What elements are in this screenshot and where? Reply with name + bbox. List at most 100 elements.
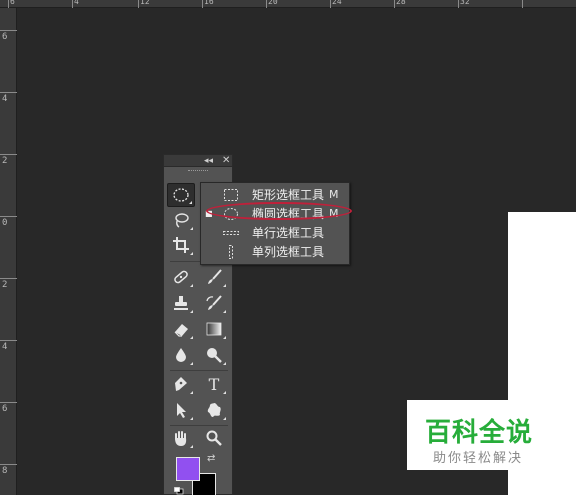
brush-tool[interactable] [200, 265, 228, 289]
ruler-tick [138, 0, 139, 8]
watermark-title: 百科全说 [425, 418, 534, 448]
ruler-tick [0, 278, 17, 279]
dodge-tool[interactable] [200, 343, 228, 367]
pen-tool[interactable] [167, 372, 195, 396]
elliptical-marquee-icon [173, 188, 189, 202]
hand-icon [175, 431, 187, 446]
collapse-panel-icon[interactable]: ◂◂ [204, 155, 213, 167]
tool-group-indicator [189, 201, 192, 204]
lasso-tool[interactable] [167, 208, 195, 232]
ruler-tick [202, 0, 203, 8]
ruler-label: 6 [2, 404, 8, 414]
tool-group-indicator [190, 362, 193, 365]
ruler-label: 24 [332, 0, 342, 6]
tool-group-indicator [190, 310, 193, 313]
ruler-label: 2 [2, 156, 8, 166]
drop-icon [176, 348, 186, 362]
elliptical-marquee-icon [223, 207, 239, 221]
ruler-label: 6 [2, 32, 8, 42]
lasso-icon [175, 213, 189, 228]
ruler-tick [394, 0, 395, 8]
history-brush-tool[interactable] [200, 291, 228, 315]
ruler-label: 12 [140, 0, 150, 6]
menu-item-label: 单行选框工具 [252, 226, 325, 240]
marquee-tools-flyout-menu: 矩形选框工具 M ■ 椭圆选框工具 M 单行选框工具 单列选框工具 [200, 182, 350, 265]
spot-healing-tool[interactable] [167, 265, 195, 289]
crop-tool[interactable] [167, 233, 195, 257]
arrow-icon [177, 403, 186, 418]
panel-grip-handle[interactable] [164, 167, 232, 175]
ruler-tick [0, 402, 17, 403]
path-selection-tool[interactable] [167, 398, 195, 422]
eraser-tool[interactable] [167, 317, 195, 341]
ruler-tick [0, 464, 17, 465]
ruler-tick [330, 0, 331, 8]
tool-group-indicator [223, 391, 226, 394]
ruler-tick [0, 216, 17, 217]
hand-tool[interactable] [167, 426, 195, 450]
crop-icon [173, 237, 189, 253]
type-glyph: T [209, 375, 220, 393]
shortcut-key: M [329, 188, 339, 201]
ruler-label: 4 [2, 342, 8, 352]
ruler-tick [72, 0, 73, 8]
watermark: 百科全说 助你轻松解决 [407, 400, 551, 470]
tool-group-indicator [190, 391, 193, 394]
ruler-tick [266, 0, 267, 8]
ruler-label: 4 [2, 94, 8, 104]
custom-shape-icon [207, 403, 221, 417]
ruler-tick [0, 340, 17, 341]
gradient-icon [206, 322, 222, 336]
gradient-tool[interactable] [200, 317, 228, 341]
close-icon[interactable]: ✕ [222, 155, 230, 167]
pen-icon [175, 377, 187, 391]
menu-item-rectangular-marquee[interactable]: 矩形选框工具 M [201, 185, 349, 204]
ruler-label: 20 [268, 0, 278, 6]
selected-bullet: ■ [205, 209, 213, 218]
ruler-tick [0, 30, 17, 31]
tool-group-indicator [223, 362, 226, 365]
foreground-color-swatch[interactable] [176, 457, 200, 481]
watermark-subtitle: 助你轻松解决 [433, 451, 524, 466]
ruler-tick [522, 0, 523, 8]
horizontal-ruler[interactable]: 6 4 12 16 20 24 28 32 [0, 0, 576, 8]
ruler-tick [458, 0, 459, 8]
zoom-icon [206, 430, 222, 446]
default-colors-icon[interactable] [174, 487, 184, 495]
type-tool[interactable]: T [200, 372, 228, 396]
dodge-icon [207, 348, 222, 363]
shape-tool[interactable] [200, 398, 228, 422]
tools-panel-header[interactable]: ◂◂ ✕ [164, 155, 232, 167]
ruler-label: 28 [396, 0, 406, 6]
ruler-tick [8, 0, 9, 8]
type-icon: T [209, 375, 220, 393]
clone-stamp-tool[interactable] [167, 291, 195, 315]
elliptical-marquee-tool[interactable] [167, 183, 195, 207]
tool-group-indicator [190, 445, 193, 448]
brush-icon [208, 269, 222, 284]
tool-group-indicator [190, 417, 193, 420]
ruler-label: 4 [74, 0, 79, 6]
menu-item-label: 单列选框工具 [252, 245, 325, 259]
ruler-label: 6 [10, 0, 15, 6]
ruler-label: 16 [204, 0, 214, 6]
history-brush-icon [206, 295, 222, 310]
tool-group-indicator [223, 284, 226, 287]
menu-item-elliptical-marquee[interactable]: ■ 椭圆选框工具 M [201, 204, 349, 223]
ruler-label: 0 [2, 218, 8, 228]
tool-group-indicator [223, 417, 226, 420]
blur-tool[interactable] [167, 343, 195, 367]
menu-item-single-row-marquee[interactable]: 单行选框工具 [201, 223, 349, 242]
vertical-ruler[interactable]: 6 4 2 0 2 4 6 8 [0, 8, 17, 495]
menu-item-single-column-marquee[interactable]: 单列选框工具 [201, 242, 349, 261]
ruler-tick [0, 154, 17, 155]
swap-colors-icon[interactable]: ⇄ [207, 453, 215, 464]
tool-separator [170, 370, 228, 371]
menu-item-label: 矩形选框工具 [252, 188, 325, 202]
tool-group-indicator [223, 310, 226, 313]
zoom-tool[interactable] [200, 426, 228, 450]
ruler-tick [0, 92, 17, 93]
single-column-marquee-icon [223, 244, 239, 259]
ruler-label: 8 [2, 466, 8, 476]
tool-group-indicator [190, 336, 193, 339]
